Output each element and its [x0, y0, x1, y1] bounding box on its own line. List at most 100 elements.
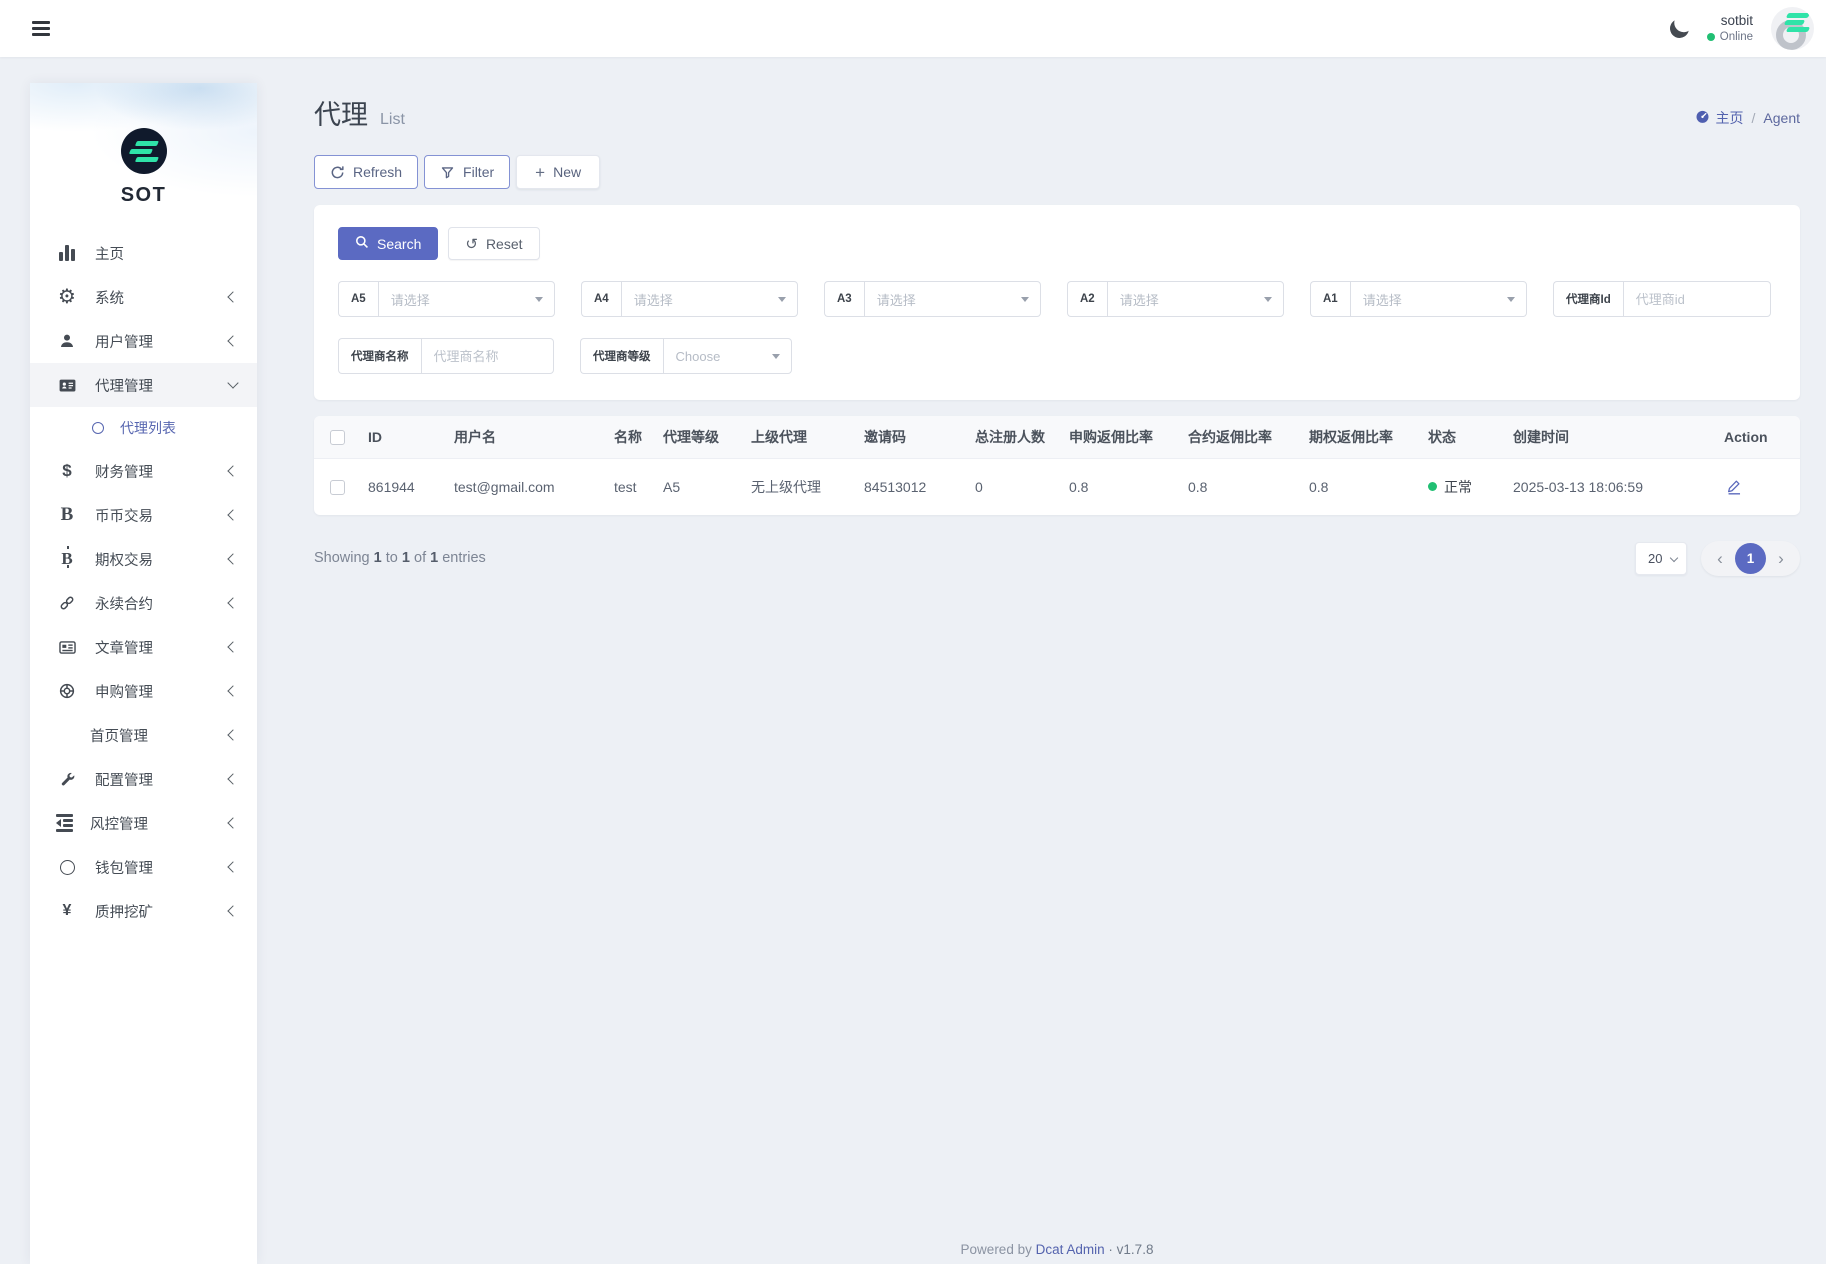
filter-agent-id: 代理商Id: [1553, 281, 1771, 317]
outdent-icon: [56, 814, 73, 832]
brand-logo-icon: [121, 128, 167, 174]
col-parent-agent: 上级代理: [751, 416, 864, 458]
col-option-rebate: 期权返佣比率: [1309, 416, 1428, 458]
cell-name: test: [614, 458, 663, 515]
avatar[interactable]: [1771, 7, 1814, 50]
current-page-button[interactable]: 1: [1735, 543, 1766, 574]
agent-name-input[interactable]: [421, 338, 555, 374]
sidebar-item-options-trade[interactable]: 期权交易: [30, 537, 257, 581]
chevron-left-icon: [227, 685, 238, 696]
dcat-admin-link[interactable]: Dcat Admin: [1036, 1242, 1105, 1257]
chevron-left-icon: [227, 861, 238, 872]
search-button[interactable]: Search: [338, 227, 438, 260]
a4-select[interactable]: 请选择: [621, 281, 798, 317]
col-contract-rebate: 合约返佣比率: [1188, 416, 1309, 458]
table-row: 861944 test@gmail.com test A5 无上级代理 8451…: [314, 458, 1800, 515]
col-created-at: 创建时间: [1513, 416, 1724, 458]
col-status: 状态: [1428, 416, 1513, 458]
row-checkbox[interactable]: [330, 480, 345, 495]
wrench-icon: [56, 771, 78, 788]
sidebar-item-wallet[interactable]: 钱包管理: [30, 845, 257, 889]
a1-select[interactable]: 请选择: [1350, 281, 1527, 317]
undo-icon: [465, 235, 478, 253]
topbar: sotbit Online: [0, 0, 1826, 57]
new-button[interactable]: New: [516, 155, 600, 189]
edit-button[interactable]: [1724, 476, 1745, 497]
a3-select[interactable]: 请选择: [864, 281, 1041, 317]
a5-select[interactable]: 请选择: [378, 281, 555, 317]
search-icon: [355, 235, 369, 252]
sidebar-item-agents[interactable]: 代理管理: [30, 363, 257, 407]
caret-down-icon: [772, 354, 780, 359]
sidebar-subitem-agent-list[interactable]: 代理列表: [30, 407, 257, 449]
filter-select-a5: A5 请选择: [338, 281, 555, 317]
col-action: Action: [1724, 416, 1800, 458]
select-all-checkbox[interactable]: [330, 430, 345, 445]
chevron-left-icon: [227, 729, 238, 740]
sidebar-item-homepage[interactable]: 首页管理: [30, 713, 257, 757]
next-page-button[interactable]: ›: [1768, 550, 1794, 567]
caret-down-icon: [778, 297, 786, 302]
breadcrumb-home-link[interactable]: 主页: [1695, 108, 1744, 128]
filter-button[interactable]: Filter: [424, 155, 510, 189]
sidebar-item-system[interactable]: 系统: [30, 275, 257, 319]
sidebar-item-home[interactable]: 主页: [30, 231, 257, 275]
col-subscribe-rebate: 申购返佣比率: [1069, 416, 1188, 458]
a2-select[interactable]: 请选择: [1107, 281, 1284, 317]
chart-bar-icon: [56, 245, 78, 261]
table-header-row: ID 用户名 名称 代理等级 上级代理 邀请码 总注册人数 申购返佣比率 合约返…: [314, 416, 1800, 458]
agent-id-input[interactable]: [1623, 281, 1771, 317]
chevron-left-icon: [227, 597, 238, 608]
chevron-left-icon: [227, 509, 238, 520]
page-size-select[interactable]: 20: [1635, 542, 1687, 575]
sidebar-item-users[interactable]: 用户管理: [30, 319, 257, 363]
chevron-left-icon: [227, 465, 238, 476]
dark-mode-icon[interactable]: [1667, 16, 1691, 40]
cell-username: test@gmail.com: [454, 458, 614, 515]
funnel-icon: [440, 165, 455, 180]
sidebar-item-articles[interactable]: 文章管理: [30, 625, 257, 669]
chevron-left-icon: [227, 905, 238, 916]
filter-select-a4: A4 请选择: [581, 281, 798, 317]
cell-subscribe-rebate: 0.8: [1069, 458, 1188, 515]
life-ring-icon: [56, 682, 78, 700]
pencil-icon: [1726, 478, 1743, 495]
breadcrumb-current: Agent: [1763, 110, 1800, 126]
sidebar-item-subscription[interactable]: 申购管理: [30, 669, 257, 713]
pagination: 20 ‹ 1 ›: [1635, 541, 1800, 576]
gear-icon: [56, 287, 78, 307]
caret-down-icon: [1264, 297, 1272, 302]
chevron-left-icon: [227, 641, 238, 652]
chevron-down-icon: [1670, 553, 1678, 561]
sidebar-item-perpetual[interactable]: 永续合约: [30, 581, 257, 625]
sidebar-toggle-icon[interactable]: [28, 17, 54, 40]
sidebar-item-spot-trade[interactable]: 币币交易: [30, 493, 257, 537]
agent-level-select[interactable]: Choose: [663, 338, 793, 374]
filter-select-a1: A1 请选择: [1310, 281, 1527, 317]
col-name: 名称: [614, 416, 663, 458]
user-menu[interactable]: sotbit Online: [1707, 13, 1753, 44]
bitcoin-icon: [56, 549, 78, 569]
sidebar-item-risk[interactable]: 风控管理: [30, 801, 257, 845]
cell-option-rebate: 0.8: [1309, 458, 1428, 515]
sidebar-item-finance[interactable]: 财务管理: [30, 449, 257, 493]
footer: Powered by Dcat Admin · v1.7.8: [314, 1242, 1800, 1257]
brand: SOT: [30, 83, 257, 213]
yen-icon: [56, 902, 78, 920]
cell-invite-code: 84513012: [864, 458, 975, 515]
prev-page-button[interactable]: ‹: [1707, 550, 1733, 567]
breadcrumb-separator: /: [1752, 110, 1756, 126]
chevron-left-icon: [227, 291, 238, 302]
sidebar-item-staking[interactable]: 质押挖矿: [30, 889, 257, 933]
caret-down-icon: [1021, 297, 1029, 302]
cell-created-at: 2025-03-13 18:06:59: [1513, 458, 1724, 515]
filter-agent-level: 代理商等级 Choose: [580, 338, 792, 374]
cell-total-registered: 0: [975, 458, 1069, 515]
plus-icon: [535, 164, 545, 181]
reset-button[interactable]: Reset: [448, 227, 539, 260]
sidebar-item-config[interactable]: 配置管理: [30, 757, 257, 801]
online-dot-icon: [1707, 33, 1715, 41]
refresh-button[interactable]: Refresh: [314, 155, 418, 189]
user-name: sotbit: [1707, 13, 1753, 30]
col-level: 代理等级: [663, 416, 751, 458]
